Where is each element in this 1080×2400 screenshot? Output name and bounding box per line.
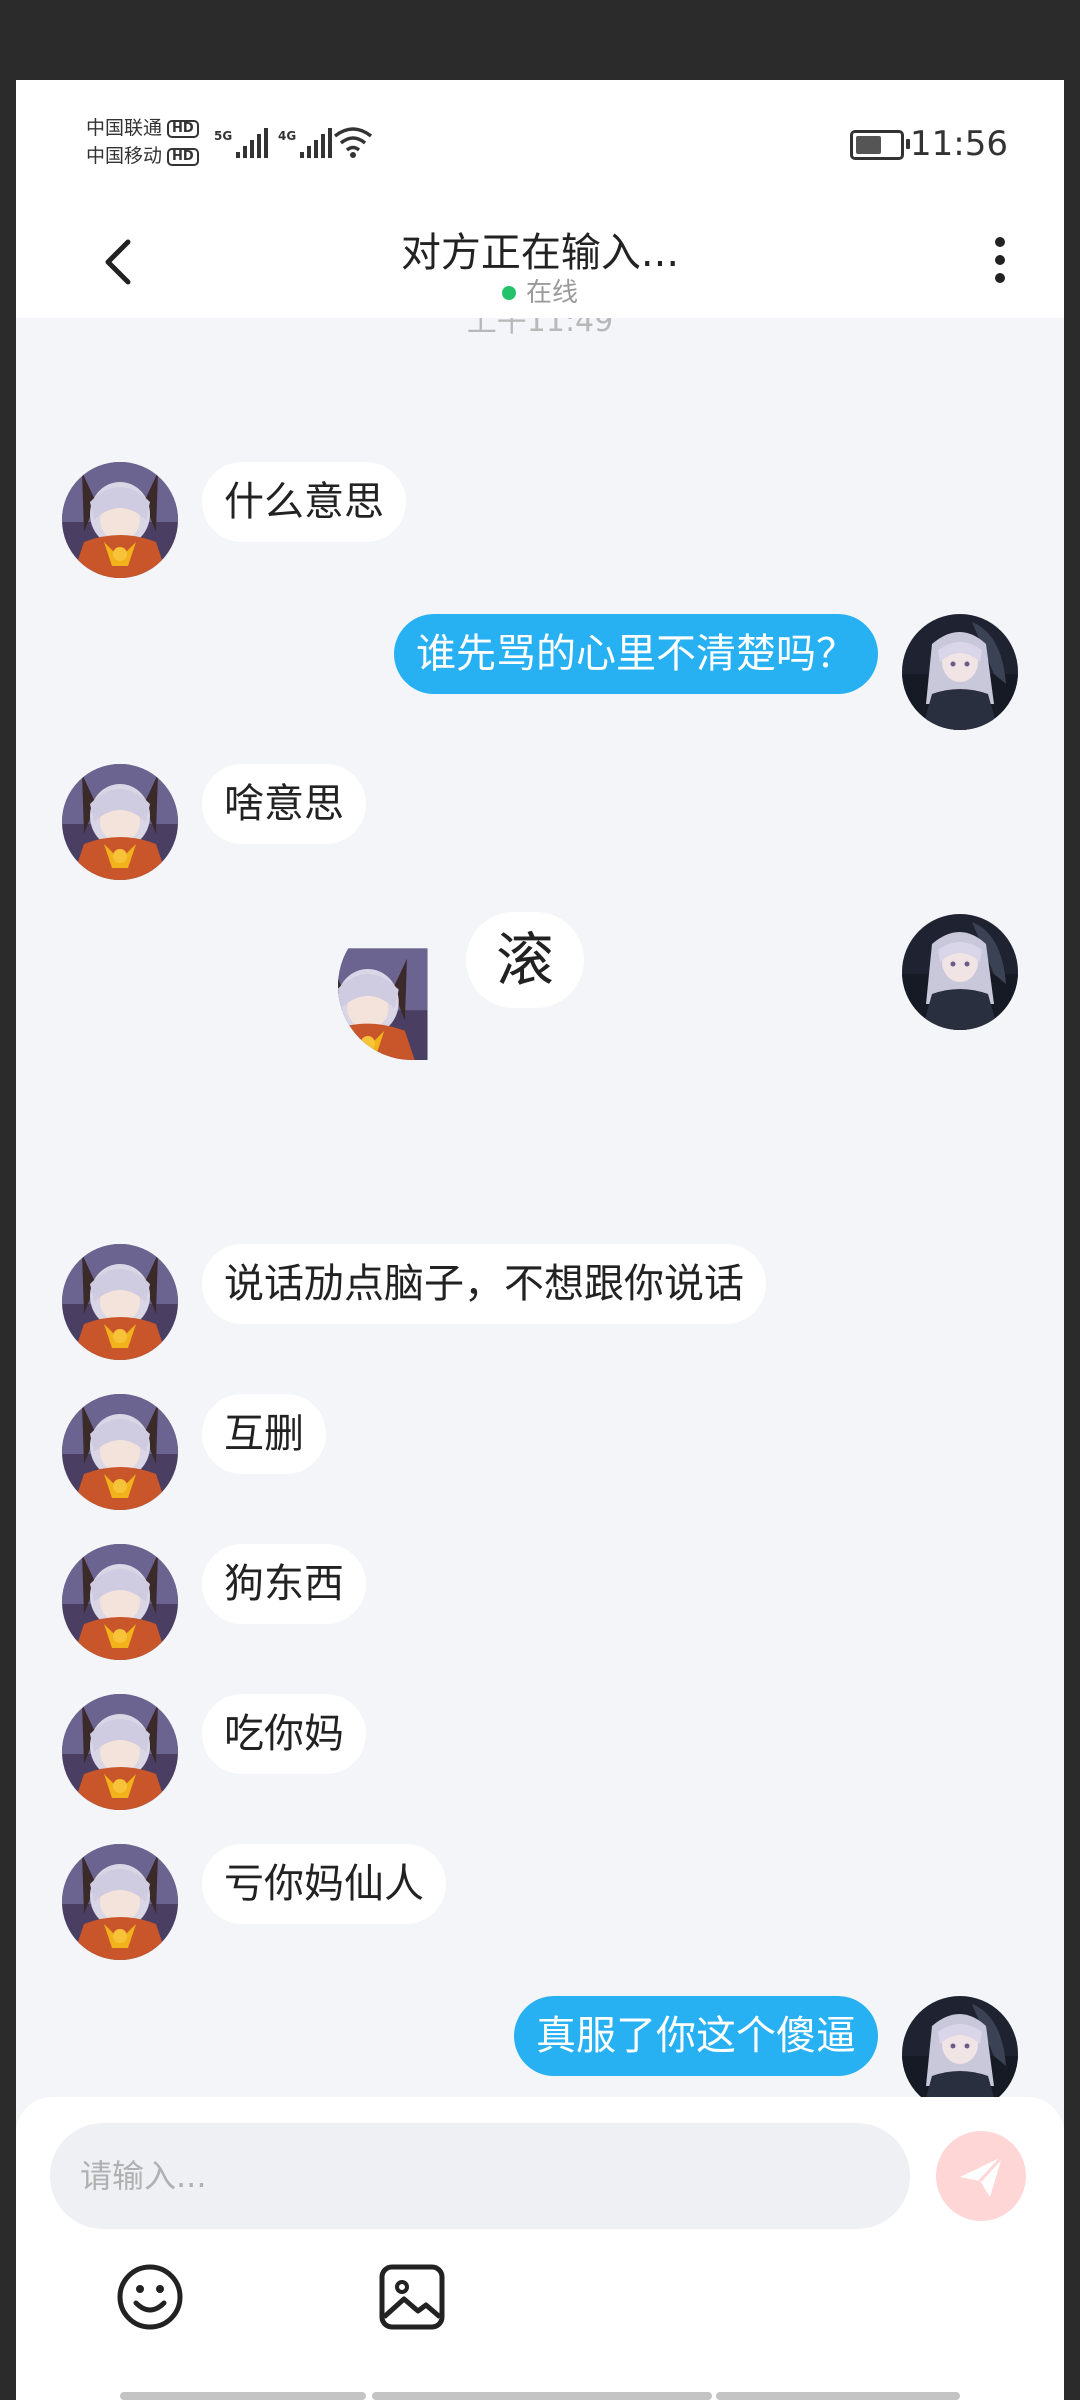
svg-text:4G: 4G: [278, 129, 296, 143]
send-button[interactable]: [936, 2131, 1026, 2221]
message-bubble-incoming[interactable]: 说话劢点脑子，不想跟你说话: [202, 1244, 766, 1324]
nav-bar-segment: [120, 2392, 366, 2400]
contact-avatar[interactable]: [62, 1844, 178, 1960]
message-bubble-outgoing[interactable]: 滚: [466, 912, 585, 1008]
contact-avatar[interactable]: [62, 764, 178, 880]
battery-icon: [850, 130, 910, 160]
my-avatar[interactable]: [902, 914, 1018, 1030]
send-icon: [960, 2155, 1004, 2197]
signal-5g-icon: 5G: [214, 128, 268, 158]
message-timestamp: 上午11:49: [466, 318, 614, 339]
my-avatar[interactable]: [902, 614, 1018, 730]
contact-avatar[interactable]: [62, 1694, 178, 1810]
carrier-1: 中国联通 HD: [86, 116, 199, 140]
carrier-2-label: 中国移动: [86, 145, 163, 167]
image-button[interactable]: [374, 2259, 450, 2335]
message-bubble-incoming[interactable]: 啥意思: [202, 764, 366, 844]
message-list[interactable]: 上午11:49 什么意思 谁先骂的心里不清楚吗？ 啥意思 滚 说话劢点脑子，不想…: [16, 318, 1064, 2178]
contact-avatar[interactable]: [62, 1544, 178, 1660]
wifi-icon: [333, 127, 373, 158]
status-bar: 中国联通 HD 中国移动 HD 5G 4G 11:56: [16, 80, 1064, 200]
online-status: 在线: [16, 272, 1064, 309]
nav-bar-segment: [372, 2392, 712, 2400]
online-dot-icon: [501, 286, 516, 300]
message-bubble-incoming[interactable]: 吃你妈: [202, 1694, 366, 1774]
message-composer: [16, 2097, 1064, 2400]
svg-text:5G: 5G: [214, 129, 232, 143]
clock: 11:56: [910, 124, 1008, 164]
chat-title: 对方正在输入...: [400, 230, 680, 276]
message-input[interactable]: [50, 2123, 910, 2229]
nav-bar-segment: [716, 2392, 960, 2400]
hd-badge: HD: [167, 147, 199, 166]
contact-avatar[interactable]: [62, 1394, 178, 1510]
carrier-2: 中国移动 HD: [86, 144, 199, 168]
emoji-button[interactable]: [112, 2259, 188, 2335]
message-bubble-incoming[interactable]: 狗东西: [202, 1544, 366, 1624]
phone-screen: 中国联通 HD 中国移动 HD 5G 4G 11:56 对方正在输入... 在线 上…: [16, 80, 1064, 2400]
message-bubble-outgoing[interactable]: 真服了你这个傻逼: [514, 1996, 878, 2076]
message-bubble-incoming[interactable]: 亏你妈仙人: [202, 1844, 446, 1924]
contact-avatar[interactable]: [62, 462, 178, 578]
message-bubble-incoming[interactable]: 互删: [202, 1394, 326, 1474]
signal-4g-icon: 4G: [278, 128, 332, 158]
more-options-button[interactable]: [980, 230, 1020, 290]
message-bubble-incoming[interactable]: 什么意思: [202, 462, 406, 542]
message-bubble-outgoing[interactable]: 谁先骂的心里不清楚吗？: [394, 614, 878, 694]
online-status-label: 在线: [525, 278, 578, 308]
contact-avatar[interactable]: [62, 1244, 178, 1360]
sticker-image[interactable]: [338, 912, 430, 1060]
hd-badge: HD: [167, 119, 199, 138]
chat-header: 对方正在输入... 在线: [16, 200, 1064, 318]
my-avatar[interactable]: [902, 1996, 1018, 2112]
carrier-1-label: 中国联通: [86, 117, 163, 139]
